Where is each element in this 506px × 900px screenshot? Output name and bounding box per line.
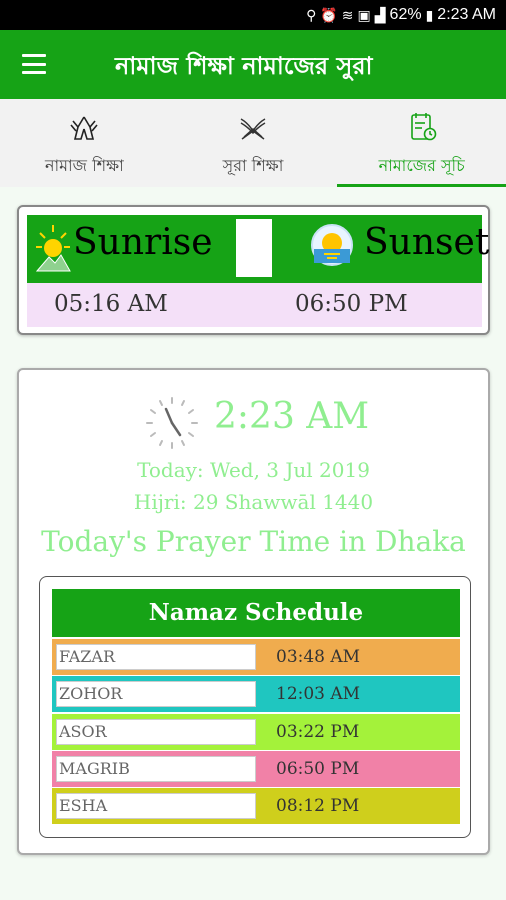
prayer-row: ASOR 03:22 PM bbox=[52, 714, 460, 750]
prayer-name: MAGRIB bbox=[56, 756, 256, 782]
today-date: Today: Wed, 3 Jul 2019 bbox=[137, 458, 370, 482]
prayer-row: FAZAR 03:48 AM bbox=[52, 639, 460, 675]
tab-label: নামাজের সূচি bbox=[378, 156, 465, 175]
calendar-clock-icon bbox=[410, 113, 436, 141]
prayer-name: ESHA bbox=[56, 793, 256, 819]
tab-label: নামাজ শিক্ষা bbox=[44, 156, 124, 175]
app-title: নামাজ শিক্ষা নামাজের সুরা bbox=[115, 52, 373, 80]
sun-times-row: 05:16 AM 06:50 PM bbox=[27, 283, 482, 327]
sunset-label: Sunset bbox=[364, 222, 490, 263]
tab-namaz-shikkha[interactable]: নামাজ শিক্ষা bbox=[0, 99, 169, 187]
alarm-icon: ⏰ bbox=[320, 6, 338, 23]
schedule-title: Namaz Schedule bbox=[52, 589, 460, 637]
status-bar: ⚲ ⏰ ≋ ▣ ▟ 62% ▮ 2:23 AM bbox=[0, 0, 506, 30]
app-bar: নামাজ শিক্ষা নামাজের সুরা bbox=[0, 30, 506, 99]
divider-box bbox=[236, 219, 272, 277]
sunrise-time: 05:16 AM bbox=[54, 291, 168, 317]
prayer-time: 03:48 AM bbox=[276, 647, 361, 667]
sunset-icon bbox=[311, 224, 353, 266]
prayer-time: 12:03 AM bbox=[276, 684, 361, 704]
prayer-time: 03:22 PM bbox=[276, 722, 360, 742]
prayer-name: FAZAR bbox=[56, 644, 256, 670]
signal-icon: ▟ bbox=[374, 6, 386, 23]
wifi-icon: ≋ bbox=[341, 6, 354, 23]
battery-icon: ▮ bbox=[425, 6, 434, 23]
location-icon: ⚲ bbox=[306, 6, 317, 23]
current-time: 2:23 AM bbox=[214, 396, 370, 437]
sim-icon: ▣ bbox=[357, 6, 371, 23]
hijri-date: Hijri: 29 Shawwāl 1440 bbox=[133, 490, 374, 514]
prayer-name: ZOHOR bbox=[56, 681, 256, 707]
tab-namaz-suchi[interactable]: নামাজের সূচি bbox=[337, 99, 506, 187]
praying-hands-icon bbox=[70, 116, 98, 140]
sunset-time: 06:50 PM bbox=[295, 291, 408, 317]
sun-times-card: Sunrise Sunset 05:16 AM 06:50 PM bbox=[17, 205, 490, 335]
hamburger-menu-icon[interactable] bbox=[22, 54, 46, 74]
prayer-time-heading: Today's Prayer Time in Dhaka bbox=[41, 525, 466, 558]
open-quran-icon bbox=[240, 118, 266, 140]
prayer-name: ASOR bbox=[56, 719, 256, 745]
clock-icon bbox=[146, 397, 198, 449]
prayer-row: ZOHOR 12:03 AM bbox=[52, 676, 460, 712]
prayer-row: ESHA 08:12 PM bbox=[52, 788, 460, 824]
tab-sura-shikkha[interactable]: সূরা শিক্ষা bbox=[169, 99, 338, 187]
status-time: 2:23 AM bbox=[437, 6, 496, 23]
battery-percent: 62% bbox=[389, 6, 422, 23]
tab-bar: নামাজ শিক্ষা সূরা শিক্ষা নামাজের সূচি bbox=[0, 99, 506, 187]
active-tab-indicator bbox=[337, 184, 506, 187]
prayer-time: 06:50 PM bbox=[276, 759, 360, 779]
tab-label: সূরা শিক্ষা bbox=[222, 156, 284, 175]
sunrise-label: Sunrise bbox=[73, 222, 213, 263]
sunrise-icon bbox=[35, 225, 71, 272]
schedule-panel: Namaz Schedule FAZAR 03:48 AM ZOHOR 12:03 A… bbox=[39, 576, 471, 838]
sun-header-bar: Sunrise Sunset bbox=[27, 215, 489, 283]
prayer-time-card: 2:23 AM Today: Wed, 3 Jul 2019 Hijri: 29… bbox=[17, 368, 490, 855]
prayer-time: 08:12 PM bbox=[276, 796, 360, 816]
prayer-row: MAGRIB 06:50 PM bbox=[52, 751, 460, 787]
